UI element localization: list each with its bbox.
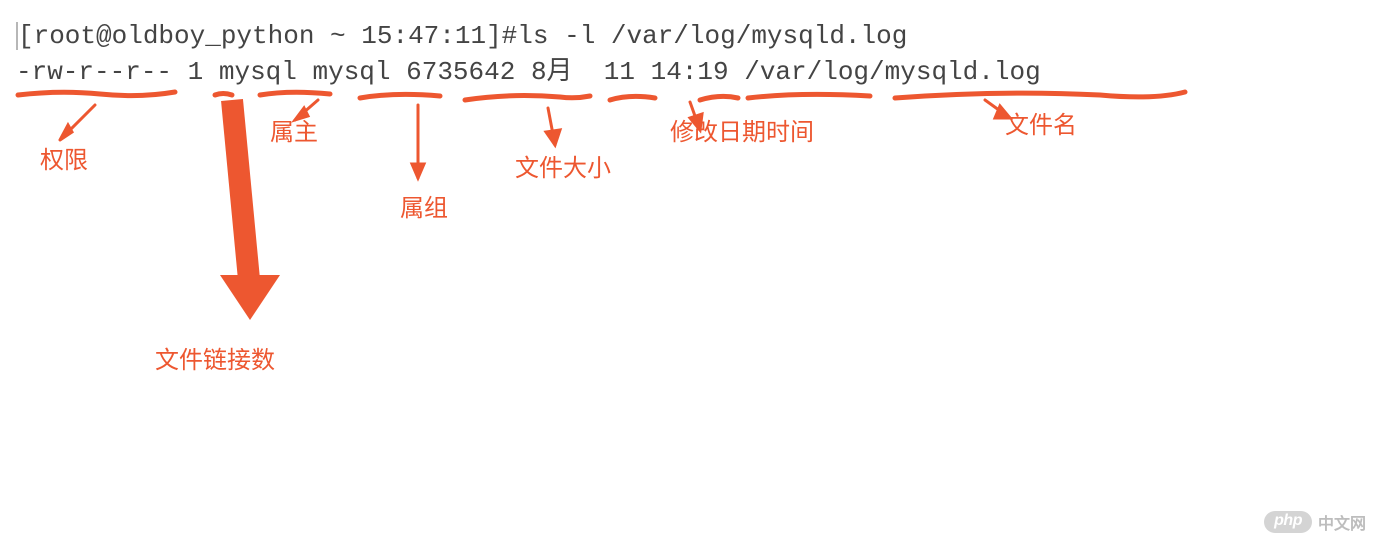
- terminal-prompt-line: [root@oldboy_python ~ 15:47:11]#ls -l /v…: [16, 18, 907, 54]
- underline-month: [610, 96, 655, 100]
- label-permissions: 权限: [40, 140, 88, 175]
- field-size: 6735642: [406, 57, 515, 87]
- label-datetime: 修改日期时间: [670, 112, 814, 147]
- label-size: 文件大小: [515, 148, 611, 183]
- field-day: 11: [604, 57, 635, 87]
- underline-size: [465, 96, 590, 100]
- field-permissions: -rw-r--r--: [16, 57, 172, 87]
- watermark-text: 中文网: [1318, 510, 1366, 534]
- watermark-php-badge: php: [1264, 511, 1312, 533]
- ls-output-line: -rw-r--r-- 1 mysql mysql 6735642 8月 11 1…: [16, 54, 1041, 90]
- label-group: 属组: [400, 188, 448, 223]
- underline-time: [748, 94, 870, 98]
- field-filename: /var/log/mysqld.log: [744, 57, 1040, 87]
- watermark: php 中文网: [1264, 510, 1366, 534]
- underline-links: [215, 94, 232, 96]
- field-group: mysql: [312, 57, 390, 87]
- field-month: 8月: [531, 57, 573, 87]
- field-time: 14:19: [651, 57, 729, 87]
- label-owner: 属主: [270, 112, 318, 147]
- field-links: 1: [188, 57, 204, 87]
- label-links: 文件链接数: [155, 340, 275, 375]
- shell-prompt: [root@oldboy_python ~ 15:47:11]#: [18, 21, 517, 51]
- underline-permissions: [18, 92, 175, 96]
- underline-filename: [895, 92, 1185, 98]
- field-owner: mysql: [219, 57, 297, 87]
- underline-day: [700, 96, 738, 100]
- underline-group: [360, 94, 440, 98]
- label-filename: 文件名: [1005, 105, 1077, 140]
- command-text: ls -l /var/log/mysqld.log: [517, 21, 907, 51]
- underline-owner: [260, 92, 330, 95]
